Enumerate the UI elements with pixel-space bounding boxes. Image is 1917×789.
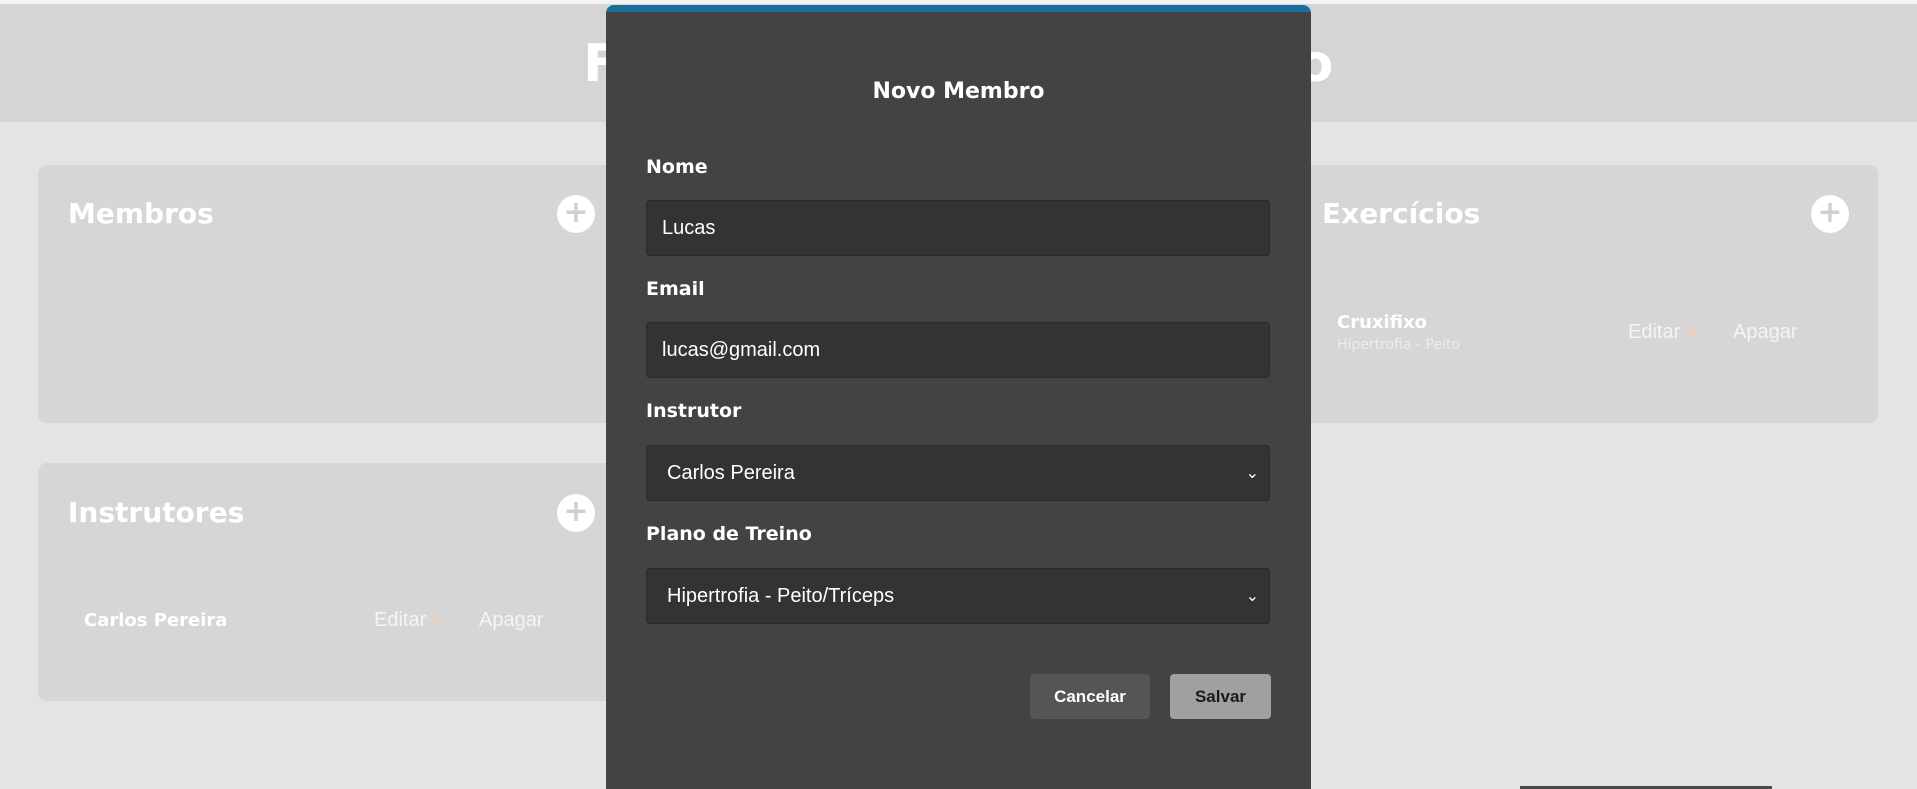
plan-select[interactable]: Hipertrofia - Peito/Tríceps ⌄	[646, 568, 1270, 624]
cancel-button[interactable]: Cancelar	[1030, 674, 1150, 719]
add-member-button[interactable]: +	[557, 195, 595, 233]
exercise-name: Cruxifixo	[1337, 312, 1427, 333]
exercise-subtitle: Hipertrofia - Peito	[1337, 337, 1461, 353]
name-input[interactable]: Lucas	[646, 200, 1270, 256]
exercises-title: Exercícios	[1322, 197, 1481, 230]
pencil-icon: ✎	[429, 610, 445, 630]
instructor-label: Instrutor	[646, 400, 742, 422]
new-member-modal: Novo Membro Nome Lucas Email lucas@gmail…	[606, 5, 1311, 789]
instructors-card: Instrutores + Carlos Pereira Editar ✎ Apa…	[38, 463, 618, 701]
trash-icon: 🗑	[546, 610, 570, 630]
name-label: Nome	[646, 156, 708, 178]
instructor-delete-button[interactable]: Apagar 🗑	[479, 609, 569, 632]
email-input[interactable]: lucas@gmail.com	[646, 322, 1270, 378]
delete-label: Apagar	[479, 609, 544, 631]
exercise-edit-button[interactable]: Editar ✎	[1628, 321, 1698, 344]
trash-icon: 🗑	[1800, 322, 1824, 342]
chevron-down-icon: ⌄	[1245, 586, 1259, 605]
exercise-delete-button[interactable]: Apagar 🗑	[1733, 321, 1823, 344]
instructor-name: Carlos Pereira	[84, 610, 228, 631]
chevron-down-icon: ⌄	[1245, 463, 1259, 482]
email-label: Email	[646, 278, 705, 300]
save-button[interactable]: Salvar	[1170, 674, 1271, 719]
plan-select-value: Hipertrofia - Peito/Tríceps	[667, 585, 895, 607]
delete-label: Apagar	[1733, 321, 1798, 343]
modal-title: Novo Membro	[872, 79, 1045, 104]
instructor-select-value: Carlos Pereira	[667, 462, 795, 484]
add-instructor-button[interactable]: +	[557, 494, 595, 532]
instructors-title: Instrutores	[68, 496, 245, 529]
instructor-edit-button[interactable]: Editar ✎	[374, 609, 444, 632]
edit-label: Editar	[1628, 321, 1681, 343]
add-exercise-button[interactable]: +	[1811, 195, 1849, 233]
pencil-icon: ✎	[1683, 322, 1699, 342]
instructor-select[interactable]: Carlos Pereira ⌄	[646, 445, 1270, 501]
edit-label: Editar	[374, 609, 427, 631]
plan-label: Plano de Treino	[646, 523, 812, 545]
members-title: Membros	[68, 197, 214, 230]
